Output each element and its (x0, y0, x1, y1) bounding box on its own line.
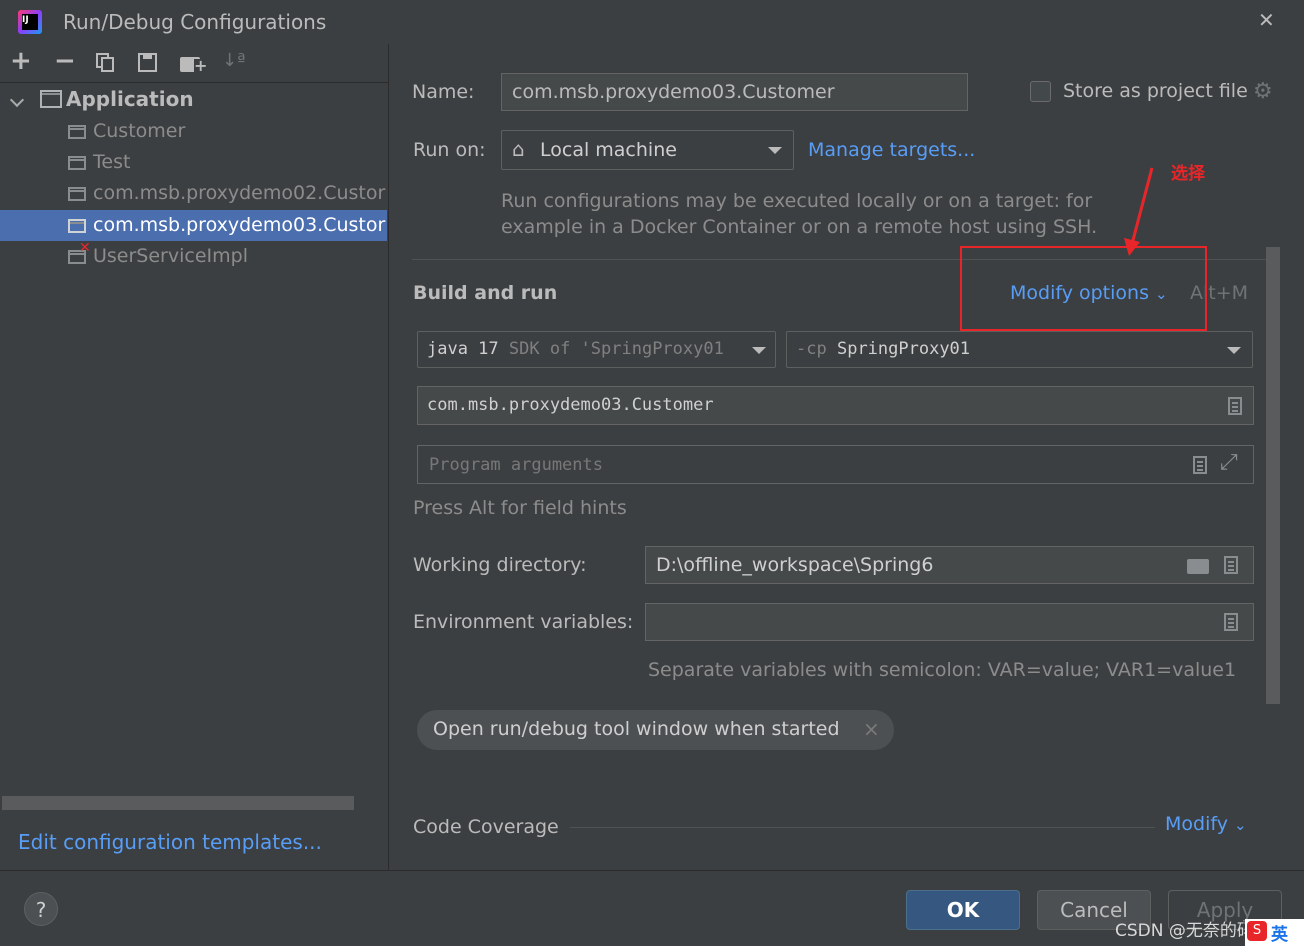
sort-button[interactable]: ↓ª (222, 50, 246, 71)
sdk-combo[interactable]: java 17 SDK of 'SpringProxy01 (417, 331, 776, 368)
annotation-arrow (1124, 167, 1154, 256)
config-icon (68, 125, 86, 139)
copy-icon-front (101, 57, 114, 72)
ime-logo-icon: S (1247, 921, 1267, 941)
classpath-combo[interactable]: -cp SpringProxy01 (786, 331, 1253, 368)
chevron-down-icon[interactable] (9, 92, 25, 108)
program-args-field[interactable]: Program arguments ⤢ (417, 445, 1254, 484)
tree-item-customer[interactable]: Customer (0, 116, 387, 147)
sdk-rest: SDK of 'SpringProxy01 (508, 339, 724, 359)
run-on-value: Local machine (540, 139, 677, 161)
browse-icon[interactable] (1228, 397, 1242, 415)
vertical-scrollbar[interactable] (1266, 247, 1280, 704)
annotation-label: 选择 (1171, 164, 1205, 184)
coverage-modify-label: Modify (1165, 813, 1228, 835)
chip-label: Open run/debug tool window when started (433, 718, 840, 740)
ime-label: 英 (1271, 925, 1288, 945)
tree-scrollbar[interactable] (2, 796, 354, 810)
save-config-button[interactable] (138, 53, 158, 73)
manage-targets-link[interactable]: Manage targets... (808, 139, 975, 161)
field-hint: Press Alt for field hints (413, 497, 627, 519)
close-icon[interactable]: ✕ (1258, 8, 1275, 32)
ime-badge: S 英 (1245, 919, 1304, 946)
tree-group-label: Application (66, 87, 194, 111)
home-icon: ⌂ (512, 137, 525, 161)
main-class-field[interactable]: com.msb.proxydemo03.Customer (417, 386, 1254, 425)
working-dir-value: D:\offline_workspace\Spring6 (656, 554, 934, 576)
config-icon (68, 156, 86, 170)
error-icon: ✕ (79, 240, 91, 256)
store-label[interactable]: Store as project file (1063, 80, 1248, 102)
browse-icon[interactable] (1224, 613, 1238, 631)
remove-config-button[interactable]: − (54, 46, 76, 76)
tree-item-userserviceimpl[interactable]: ✕ UserServiceImpl (0, 240, 387, 272)
run-on-label: Run on: (413, 139, 486, 161)
copy-config-button[interactable] (96, 53, 116, 73)
config-icon (68, 219, 86, 233)
tree-item-label: com.msb.proxydemo03.Custor (93, 214, 386, 236)
working-dir-label: Working directory: (413, 554, 587, 576)
new-folder-button[interactable]: + (180, 54, 208, 76)
run-on-hint-1: Run configurations may be executed local… (501, 190, 1093, 212)
cp-prefix: -cp (796, 339, 827, 359)
chip-close-icon[interactable]: × (863, 717, 880, 741)
browse-icon[interactable] (1224, 556, 1238, 574)
browse-icon[interactable] (1193, 456, 1207, 474)
app-icon-label: IJ (22, 14, 38, 30)
help-button[interactable]: ? (24, 892, 58, 926)
name-field[interactable]: com.msb.proxydemo03.Customer (501, 73, 968, 111)
tree-item-label: Customer (93, 120, 186, 142)
tree-item-label: Test (93, 151, 131, 173)
gear-icon[interactable]: ⚙ (1253, 79, 1273, 104)
tree-item-proxydemo03[interactable]: com.msb.proxydemo03.Custor (0, 210, 387, 241)
app-icon: IJ (18, 10, 42, 34)
tree-item-proxydemo02[interactable]: com.msb.proxydemo02.Custor (0, 178, 387, 209)
chevron-down-icon (1227, 347, 1241, 354)
chevron-down-icon (768, 147, 782, 154)
folder-icon[interactable] (1187, 559, 1209, 574)
section-build-run: Build and run (413, 282, 558, 304)
tree-item-label: com.msb.proxydemo02.Custor (93, 182, 386, 204)
env-hint: Separate variables with semicolon: VAR=v… (648, 659, 1237, 681)
main-class-value: com.msb.proxydemo03.Customer (427, 395, 714, 415)
tree-group-application[interactable]: Application (0, 84, 387, 115)
right-panel: Name: com.msb.proxydemo03.Customer Store… (389, 44, 1304, 870)
tree-item-label: UserServiceImpl (93, 245, 248, 267)
sdk-java: java 17 (427, 339, 499, 359)
application-icon (40, 90, 62, 108)
program-args-placeholder: Program arguments (429, 455, 603, 475)
env-label: Environment variables: (413, 611, 634, 633)
coverage-label: Code Coverage (413, 816, 559, 838)
ok-button[interactable]: OK (906, 890, 1020, 930)
store-checkbox[interactable] (1030, 81, 1051, 102)
run-on-combo[interactable]: ⌂ Local machine (501, 130, 794, 170)
add-config-button[interactable]: + (10, 46, 32, 76)
run-on-hint-2: example in a Docker Container or on a re… (501, 216, 1098, 238)
footer: ? OK Cancel Apply CSDN @无奈的码农 S 英 (0, 870, 1304, 946)
window-title: Run/Debug Configurations (63, 10, 327, 34)
name-value: com.msb.proxydemo03.Customer (512, 81, 835, 103)
plus-badge-icon: + (194, 56, 208, 75)
expand-icon[interactable]: ⤢ (1220, 450, 1238, 475)
edit-templates-link[interactable]: Edit configuration templates... (18, 830, 322, 854)
annotation-box (960, 246, 1207, 331)
coverage-divider (570, 827, 1155, 828)
tool-window-chip[interactable]: Open run/debug tool window when started … (417, 710, 894, 750)
config-icon (68, 187, 86, 201)
tree-toolbar: + − + ↓ª (0, 44, 388, 83)
save-icon-slot (143, 53, 152, 59)
name-label: Name: (412, 81, 475, 103)
chevron-down-icon: ⌄ (1234, 816, 1247, 834)
working-dir-field[interactable]: D:\offline_workspace\Spring6 (645, 546, 1254, 584)
chevron-down-icon (752, 347, 766, 354)
tree-item-test[interactable]: Test (0, 147, 387, 178)
left-panel: + − + ↓ª Application Customer Test com.m… (0, 44, 389, 870)
env-field[interactable] (645, 603, 1254, 641)
title-bar: IJ Run/Debug Configurations ✕ (0, 0, 1304, 44)
cp-value: SpringProxy01 (836, 339, 971, 359)
coverage-modify-link[interactable]: Modify ⌄ (1165, 813, 1247, 835)
